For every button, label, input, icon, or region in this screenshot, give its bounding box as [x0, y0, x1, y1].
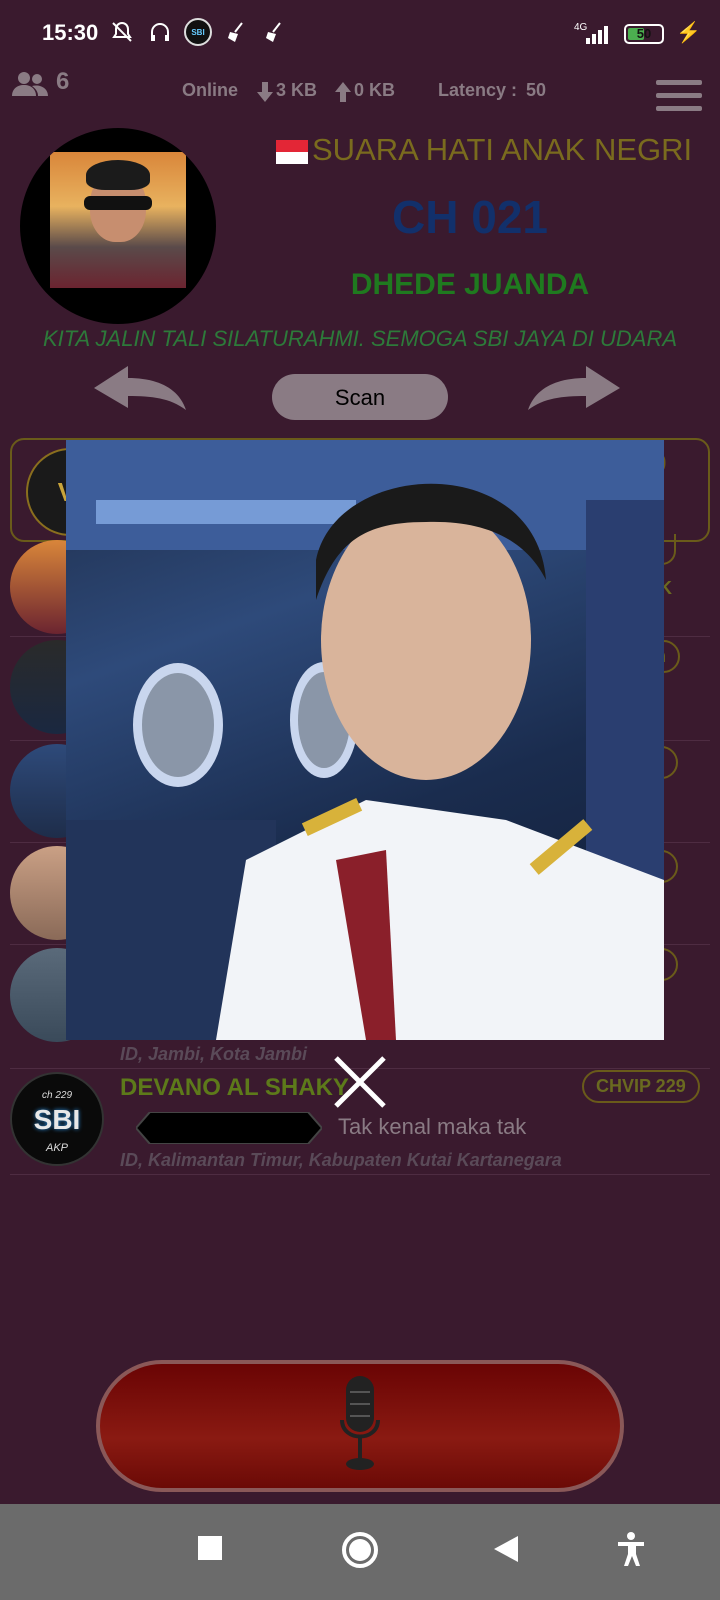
latency-label: Latency : — [438, 80, 518, 100]
scan-button[interactable]: Scan — [272, 374, 448, 420]
user-location: ID, Jambi, Kota Jambi — [120, 1044, 308, 1064]
latency-value: 50 — [526, 80, 547, 100]
user-name: DEVANO AL SHAKY — [120, 1074, 349, 1101]
charging-icon: ⚡ — [676, 22, 701, 44]
upload-arrow-icon — [335, 82, 351, 102]
next-channel-arrow-icon[interactable] — [524, 366, 620, 414]
status-icons: SBI — [108, 18, 288, 46]
download-amount: 3 KB — [276, 80, 318, 100]
user-channel-badge: CHVIP 229 — [582, 1070, 700, 1103]
back-triangle-icon[interactable] — [492, 1534, 520, 1564]
status-bar: 15:30 SBI 4G 50 ⚡ — [0, 0, 720, 60]
channel-slogan: KITA JALIN TALI SILATURAHMI. SEMOGA SBI … — [42, 326, 678, 351]
users-icon — [12, 72, 48, 96]
signal-icon — [586, 26, 608, 44]
row-divider — [10, 1174, 710, 1175]
previous-channel-arrow-icon[interactable] — [94, 366, 190, 414]
download-arrow-icon — [257, 82, 273, 102]
headphones-icon — [146, 18, 174, 46]
online-label: Online — [182, 80, 239, 100]
battery-icon: 50 — [624, 24, 664, 44]
upload-amount: 0 KB — [354, 80, 396, 100]
clock: 15:30 — [42, 20, 99, 45]
users-count: 6 — [56, 68, 70, 95]
close-icon[interactable] — [330, 1052, 390, 1112]
host-name: DHEDE JUANDA — [350, 268, 590, 301]
profile-photo-preview[interactable] — [66, 440, 664, 1040]
user-status: Tak kenal maka tak — [338, 1114, 527, 1139]
broom-icon — [222, 18, 250, 46]
host-avatar[interactable] — [20, 128, 216, 324]
indonesia-flag-icon — [276, 140, 308, 164]
channel-number: CH 021 — [392, 191, 548, 243]
avatar-logo-text: SBI — [33, 1104, 81, 1135]
avatar-subtitle: ch 229 — [41, 1090, 73, 1101]
bell-off-icon — [108, 18, 136, 46]
menu-icon[interactable] — [656, 80, 702, 114]
host-photo — [50, 152, 186, 288]
square-icon[interactable] — [196, 1534, 224, 1562]
channel-title: SUARA HATI ANAK NEGRI — [312, 132, 693, 167]
microphone-icon — [340, 1376, 380, 1470]
broom-icon — [260, 18, 288, 46]
system-navigation-bar — [0, 1504, 720, 1600]
user-location: ID, Kalimantan Timur, Kabupaten Kutai Ka… — [120, 1150, 562, 1170]
pilot-photo — [66, 440, 664, 1040]
rank-bar — [136, 1112, 322, 1144]
avatar-caption: AKP — [45, 1142, 68, 1154]
user-avatar[interactable]: ch 229 SBI AKP — [10, 1072, 104, 1166]
accessibility-icon[interactable] — [616, 1532, 646, 1566]
battery-percent: 50 — [636, 26, 652, 41]
sbi-badge-icon: SBI — [184, 18, 212, 46]
home-circle-icon[interactable] — [340, 1530, 380, 1570]
